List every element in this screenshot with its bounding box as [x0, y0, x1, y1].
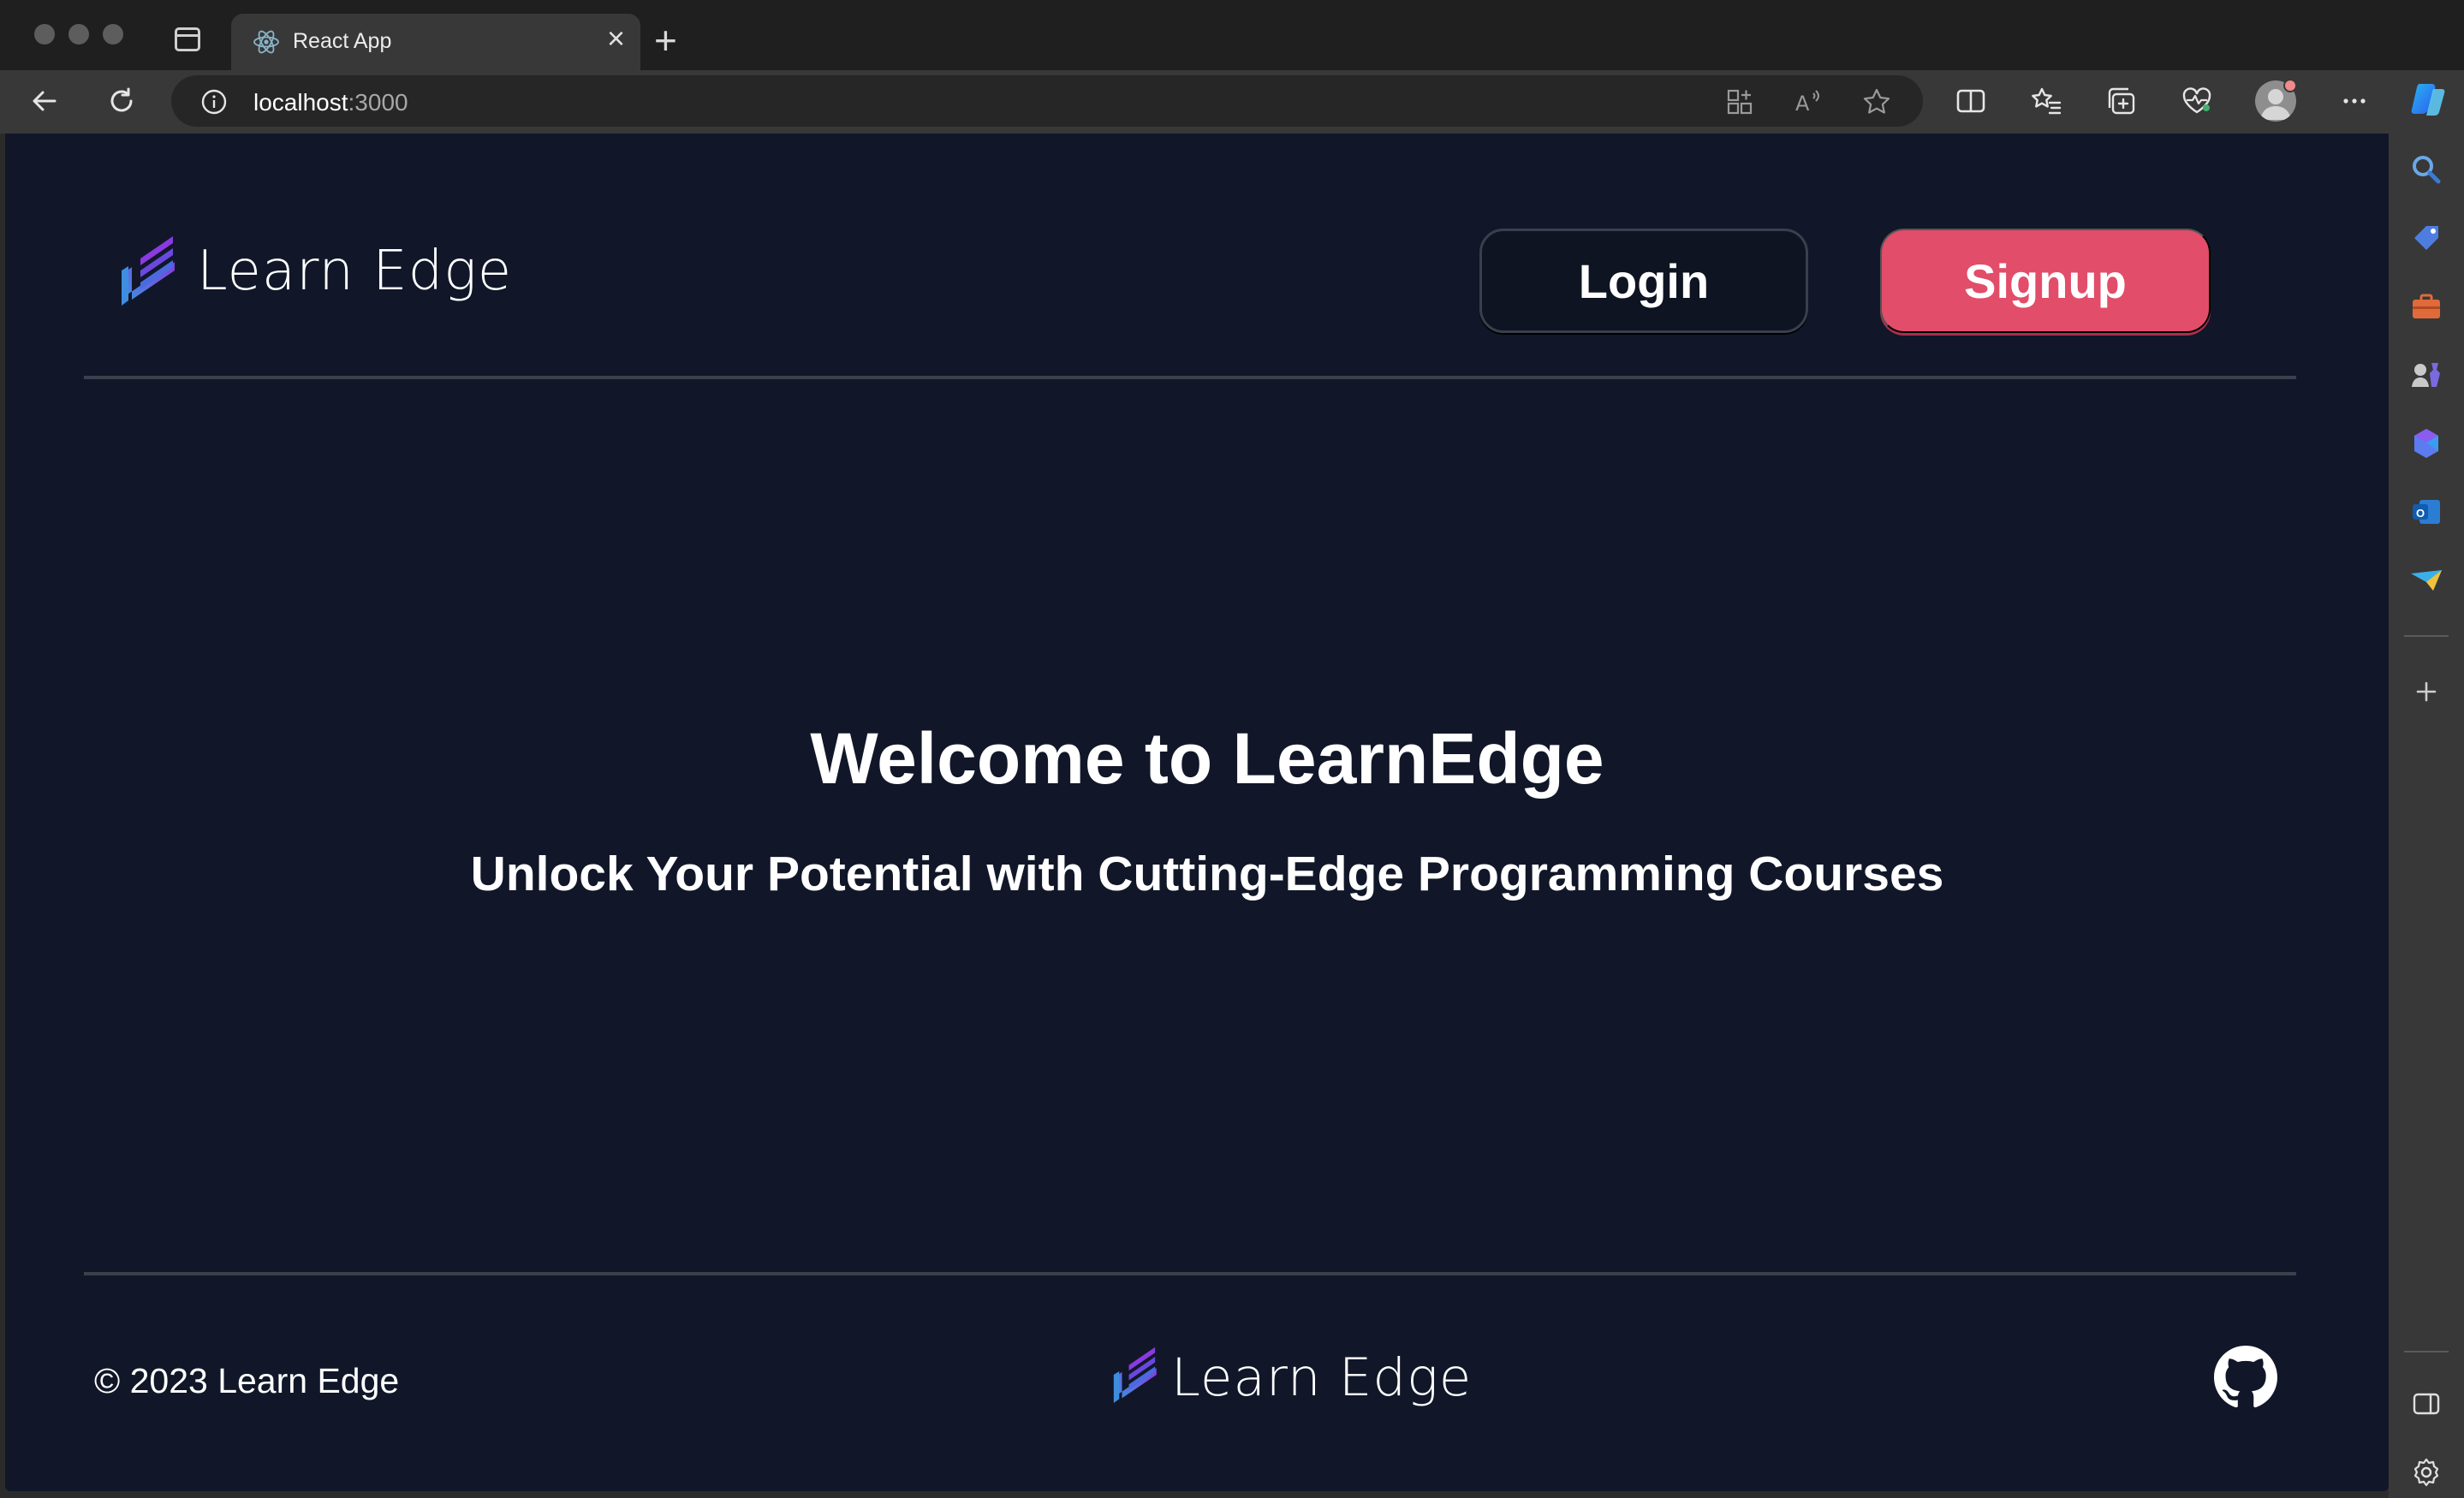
minimize-window-button[interactable]	[68, 24, 89, 45]
search-icon[interactable]	[2407, 151, 2445, 188]
sidebar-divider-bottom	[2404, 1351, 2449, 1352]
drop-icon[interactable]	[2407, 562, 2445, 599]
hero-title: Welcome to LearnEdge	[810, 718, 1604, 799]
more-menu-icon[interactable]	[2337, 84, 2372, 118]
apps-icon[interactable]	[1724, 86, 1755, 117]
github-icon[interactable]	[2214, 1346, 2277, 1409]
close-tab-icon[interactable]: ×	[607, 23, 625, 54]
tab-title: React App	[293, 29, 392, 53]
shopping-tag-icon[interactable]	[2407, 219, 2445, 257]
learn-edge-logo-icon[interactable]	[116, 228, 178, 313]
microsoft-365-icon[interactable]	[2407, 425, 2445, 462]
copilot-icon[interactable]	[2407, 79, 2450, 122]
refresh-icon[interactable]	[104, 84, 139, 118]
tab-actions-icon[interactable]	[175, 27, 200, 51]
tools-icon[interactable]	[2407, 288, 2445, 325]
svg-text:O: O	[2416, 507, 2425, 520]
close-window-button[interactable]	[34, 24, 55, 45]
learn-edge-page: Learn Edge Login Signup Welcome to Learn…	[5, 134, 2389, 1491]
hero-subtitle: Unlock Your Potential with Cutting-Edge …	[470, 847, 1944, 901]
settings-icon[interactable]	[2407, 1453, 2445, 1491]
edge-sidebar: O	[2389, 134, 2464, 1498]
footer-logo-icon[interactable]	[1110, 1339, 1159, 1411]
info-icon[interactable]	[200, 88, 228, 116]
maximize-window-button[interactable]	[103, 24, 123, 45]
browser-toolbar: localhost:3000 A	[0, 70, 2464, 134]
outlook-icon[interactable]: O	[2407, 493, 2445, 531]
url-host: localhost	[253, 89, 348, 116]
browser-essentials-icon[interactable]	[2180, 84, 2214, 118]
footer-brand-name[interactable]: Learn Edge	[1171, 1347, 1472, 1408]
back-arrow-icon[interactable]	[27, 84, 62, 118]
notification-dot	[2283, 79, 2297, 92]
favorites-icon[interactable]	[2029, 84, 2063, 118]
login-button[interactable]: Login	[1479, 229, 1808, 333]
svg-text:A: A	[1795, 92, 1810, 116]
add-icon[interactable]	[2407, 673, 2445, 710]
header-divider	[84, 376, 2296, 379]
hide-sidebar-icon[interactable]	[2407, 1385, 2445, 1423]
sidebar-divider	[2404, 635, 2449, 637]
header-brand-name[interactable]: Learn Edge	[197, 240, 512, 303]
url-text: localhost:3000	[253, 89, 408, 116]
footer-divider	[84, 1272, 2296, 1275]
games-icon[interactable]	[2407, 356, 2445, 394]
signup-button[interactable]: Signup	[1880, 229, 2211, 333]
browser-tab-react-app[interactable]: React App ×	[231, 14, 640, 70]
favorite-star-icon[interactable]	[1861, 86, 1892, 117]
react-favicon-icon	[253, 30, 279, 54]
browser-title-bar: React App × +	[0, 0, 2464, 70]
new-tab-button[interactable]: +	[654, 21, 677, 60]
url-port: :3000	[348, 89, 408, 116]
read-aloud-icon[interactable]: A	[1793, 86, 1824, 117]
copyright-text: © 2023 Learn Edge	[94, 1361, 400, 1400]
collections-icon[interactable]	[2104, 84, 2139, 118]
address-bar[interactable]: localhost:3000 A	[171, 75, 1923, 127]
split-screen-icon[interactable]	[1954, 84, 1988, 118]
